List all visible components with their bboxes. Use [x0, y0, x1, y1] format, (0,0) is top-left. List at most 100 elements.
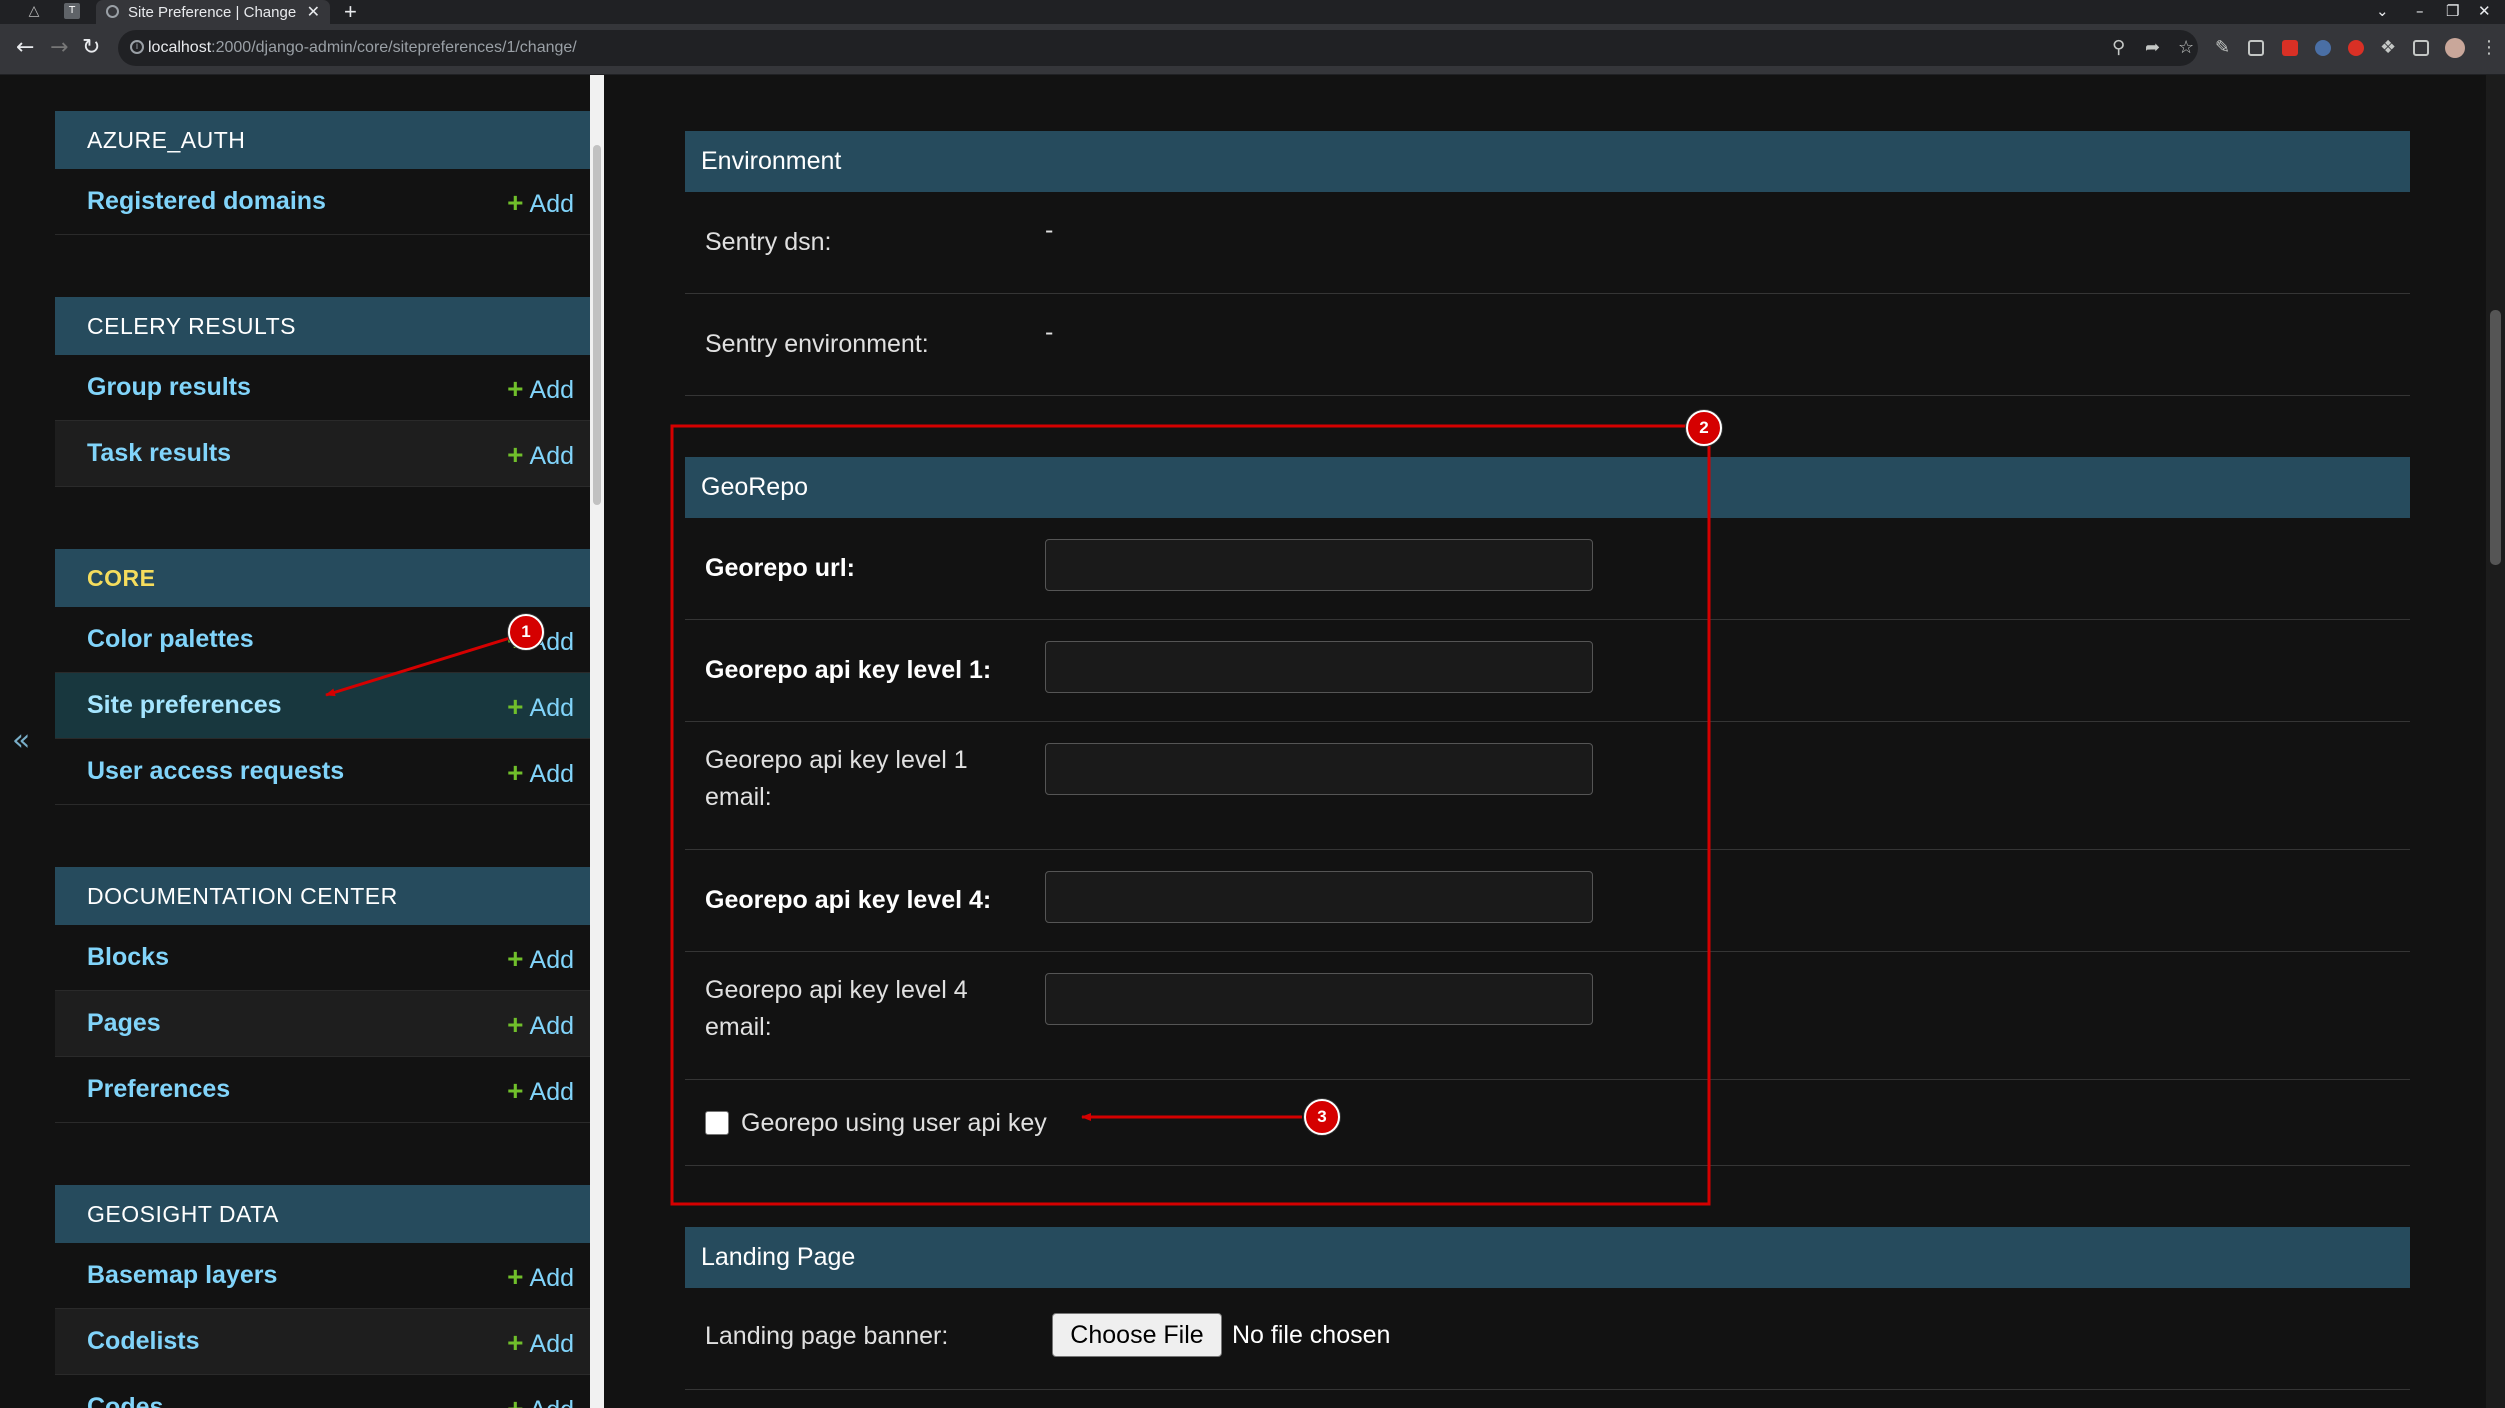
georepo-api-key-1-input[interactable]: [1045, 641, 1593, 693]
plus-icon: +: [507, 1327, 524, 1358]
tab-search-icon[interactable]: ⌄: [2376, 2, 2389, 20]
plus-icon: +: [507, 1393, 523, 1408]
bookmark-star-icon[interactable]: ☆: [2178, 36, 2194, 60]
extension-red-icon[interactable]: [2282, 40, 2298, 56]
add-button[interactable]: +Add: [507, 943, 574, 975]
sidebar-item-link[interactable]: Pages: [87, 1009, 161, 1038]
zoom-icon[interactable]: ⚲: [2112, 36, 2125, 60]
add-button[interactable]: +Add: [507, 1075, 574, 1107]
georepo-api-key-4-input[interactable]: [1045, 871, 1593, 923]
page-scrollbar-thumb[interactable]: [2490, 310, 2501, 565]
add-button[interactable]: +Add: [507, 439, 574, 471]
add-button[interactable]: +Add: [507, 1261, 574, 1293]
sidebar-item-link[interactable]: Basemap layers: [87, 1261, 277, 1290]
sidebar-item-preferences: Preferences + Add: [55, 1057, 590, 1123]
admin-page: « AZURE_AUTH Registered domains + Add CEL…: [0, 75, 2505, 1408]
tab-close-icon[interactable]: ✕: [307, 2, 320, 22]
sidebar-item-link[interactable]: Blocks: [87, 943, 169, 972]
sidebar-item-codes: Codes +Add: [55, 1375, 590, 1408]
fieldset-environment-caption: Environment: [685, 131, 2410, 192]
plus-icon: +: [507, 373, 524, 404]
sidebar-item-pages: Pages + Add: [55, 991, 590, 1057]
sidebar-item-link[interactable]: Site preferences: [87, 691, 282, 720]
add-button[interactable]: +Add: [507, 187, 574, 219]
extension-pdf-icon[interactable]: [2348, 40, 2364, 56]
sidebar-item-blocks: Blocks + Add: [55, 925, 590, 991]
sentry-dsn-value: -: [1045, 216, 1054, 244]
extension-blue-icon[interactable]: [2315, 40, 2331, 56]
sidebar-item-link[interactable]: Registered domains: [87, 187, 326, 216]
sidebar-item-link[interactable]: Task results: [87, 439, 231, 468]
file-status-text: No file chosen: [1232, 1321, 1391, 1349]
add-button[interactable]: +Add: [507, 1009, 574, 1041]
sidebar-toggle-icon[interactable]: «: [12, 723, 30, 758]
sidebar-scrollbar-thumb[interactable]: [593, 145, 601, 505]
plus-icon: +: [507, 1261, 524, 1292]
restore-icon[interactable]: ❐: [2446, 2, 2459, 20]
add-button[interactable]: +Add: [507, 1393, 574, 1408]
url-path: :2000/django-admin/core/sitepreferences/…: [211, 39, 577, 56]
module-caption[interactable]: DOCUMENTATION CENTER: [55, 867, 590, 925]
plus-icon: +: [507, 691, 524, 722]
sidebar-item-link[interactable]: Preferences: [87, 1075, 230, 1104]
address-bar[interactable]: i localhost:2000/django-admin/core/sitep…: [118, 30, 2198, 66]
sidebar-item-link[interactable]: Codelists: [87, 1327, 200, 1356]
new-tab-icon[interactable]: +: [344, 0, 357, 24]
sidebar-item-site-preferences: Site preferences + Add: [55, 673, 590, 739]
tab-favicon-icon: [106, 5, 119, 18]
fieldset-georepo-caption: GeoRepo: [685, 457, 2410, 518]
sidebar-item-task-results: Task results + Add: [55, 421, 590, 487]
minimize-icon[interactable]: –: [2416, 2, 2424, 20]
module-caption[interactable]: AZURE_AUTH: [55, 111, 590, 169]
module-celery-results: CELERY RESULTS Group results + Add Task r…: [55, 297, 590, 487]
extensions-puzzle-icon[interactable]: ❖: [2380, 36, 2396, 60]
share-icon[interactable]: ➦: [2145, 36, 2160, 60]
georepo-url-label: Georepo url:: [705, 554, 856, 582]
choose-file-button[interactable]: Choose File: [1052, 1313, 1222, 1357]
add-button[interactable]: +Add: [507, 691, 574, 723]
georepo-url-input[interactable]: [1045, 539, 1593, 591]
plus-icon: +: [507, 187, 524, 218]
reload-icon[interactable]: ↻: [82, 36, 100, 60]
georepo-api-key-1-label: Georepo api key level 1:: [705, 656, 992, 684]
site-info-icon[interactable]: i: [130, 40, 144, 54]
browser-menu-icon[interactable]: ⋮: [2480, 36, 2498, 60]
sidebar-item-link[interactable]: Codes: [87, 1393, 163, 1408]
side-panel-icon[interactable]: [2413, 40, 2429, 56]
app-menu-icon[interactable]: △: [26, 3, 42, 19]
extension-c-icon[interactable]: [2248, 40, 2264, 56]
admin-sidebar: AZURE_AUTH Registered domains + Add CELER…: [55, 75, 590, 1408]
georepo-using-user-api-key-checkbox[interactable]: [705, 1111, 729, 1135]
georepo-api-key-4-email-label: Georepo api key level 4 email:: [705, 976, 968, 1041]
plus-icon: +: [507, 1009, 524, 1040]
module-caption[interactable]: GEOSIGHT DATA: [55, 1185, 590, 1243]
georepo-using-user-api-key-label[interactable]: Georepo using user api key: [741, 1109, 1047, 1138]
module-caption[interactable]: CELERY RESULTS: [55, 297, 590, 355]
profile-avatar-icon[interactable]: [2445, 38, 2465, 58]
georepo-api-key-1-email-input[interactable]: [1045, 743, 1593, 795]
add-button[interactable]: +Add: [507, 1327, 574, 1359]
sidebar-item-link[interactable]: Group results: [87, 373, 251, 402]
add-button[interactable]: +Add: [507, 373, 574, 405]
sentry-dsn-label: Sentry dsn:: [705, 228, 832, 256]
page-scrollbar[interactable]: [2486, 75, 2505, 1408]
plus-icon: +: [507, 943, 524, 974]
sentry-environment-label: Sentry environment:: [705, 330, 929, 358]
georepo-api-key-4-email-input[interactable]: [1045, 973, 1593, 1025]
forward-icon[interactable]: →: [50, 36, 68, 60]
plus-icon: +: [507, 1075, 524, 1106]
add-button[interactable]: +Add: [507, 757, 574, 789]
sentry-environment-value: -: [1045, 318, 1054, 346]
sidebar-item-link[interactable]: User access requests: [87, 757, 344, 786]
browser-tab[interactable]: Site Preference | Change ✕: [96, 0, 330, 24]
annotation-badge-2: 2: [1686, 410, 1722, 446]
module-geosight-data: GEOSIGHT DATA Basemap layers + Add Codeli…: [55, 1185, 590, 1408]
back-icon[interactable]: ←: [16, 36, 34, 60]
sidebar-item-link[interactable]: Color palettes: [87, 625, 254, 654]
window-close-icon[interactable]: ✕: [2478, 2, 2491, 20]
module-azure-auth: AZURE_AUTH Registered domains + Add: [55, 111, 590, 235]
pen-extension-icon[interactable]: ✎: [2215, 36, 2230, 60]
pinned-tab-icon[interactable]: T: [64, 3, 80, 19]
module-caption-current[interactable]: CORE: [55, 549, 590, 607]
form-row-landing-page-banner: Landing page banner: Choose File No file…: [685, 1288, 2410, 1390]
